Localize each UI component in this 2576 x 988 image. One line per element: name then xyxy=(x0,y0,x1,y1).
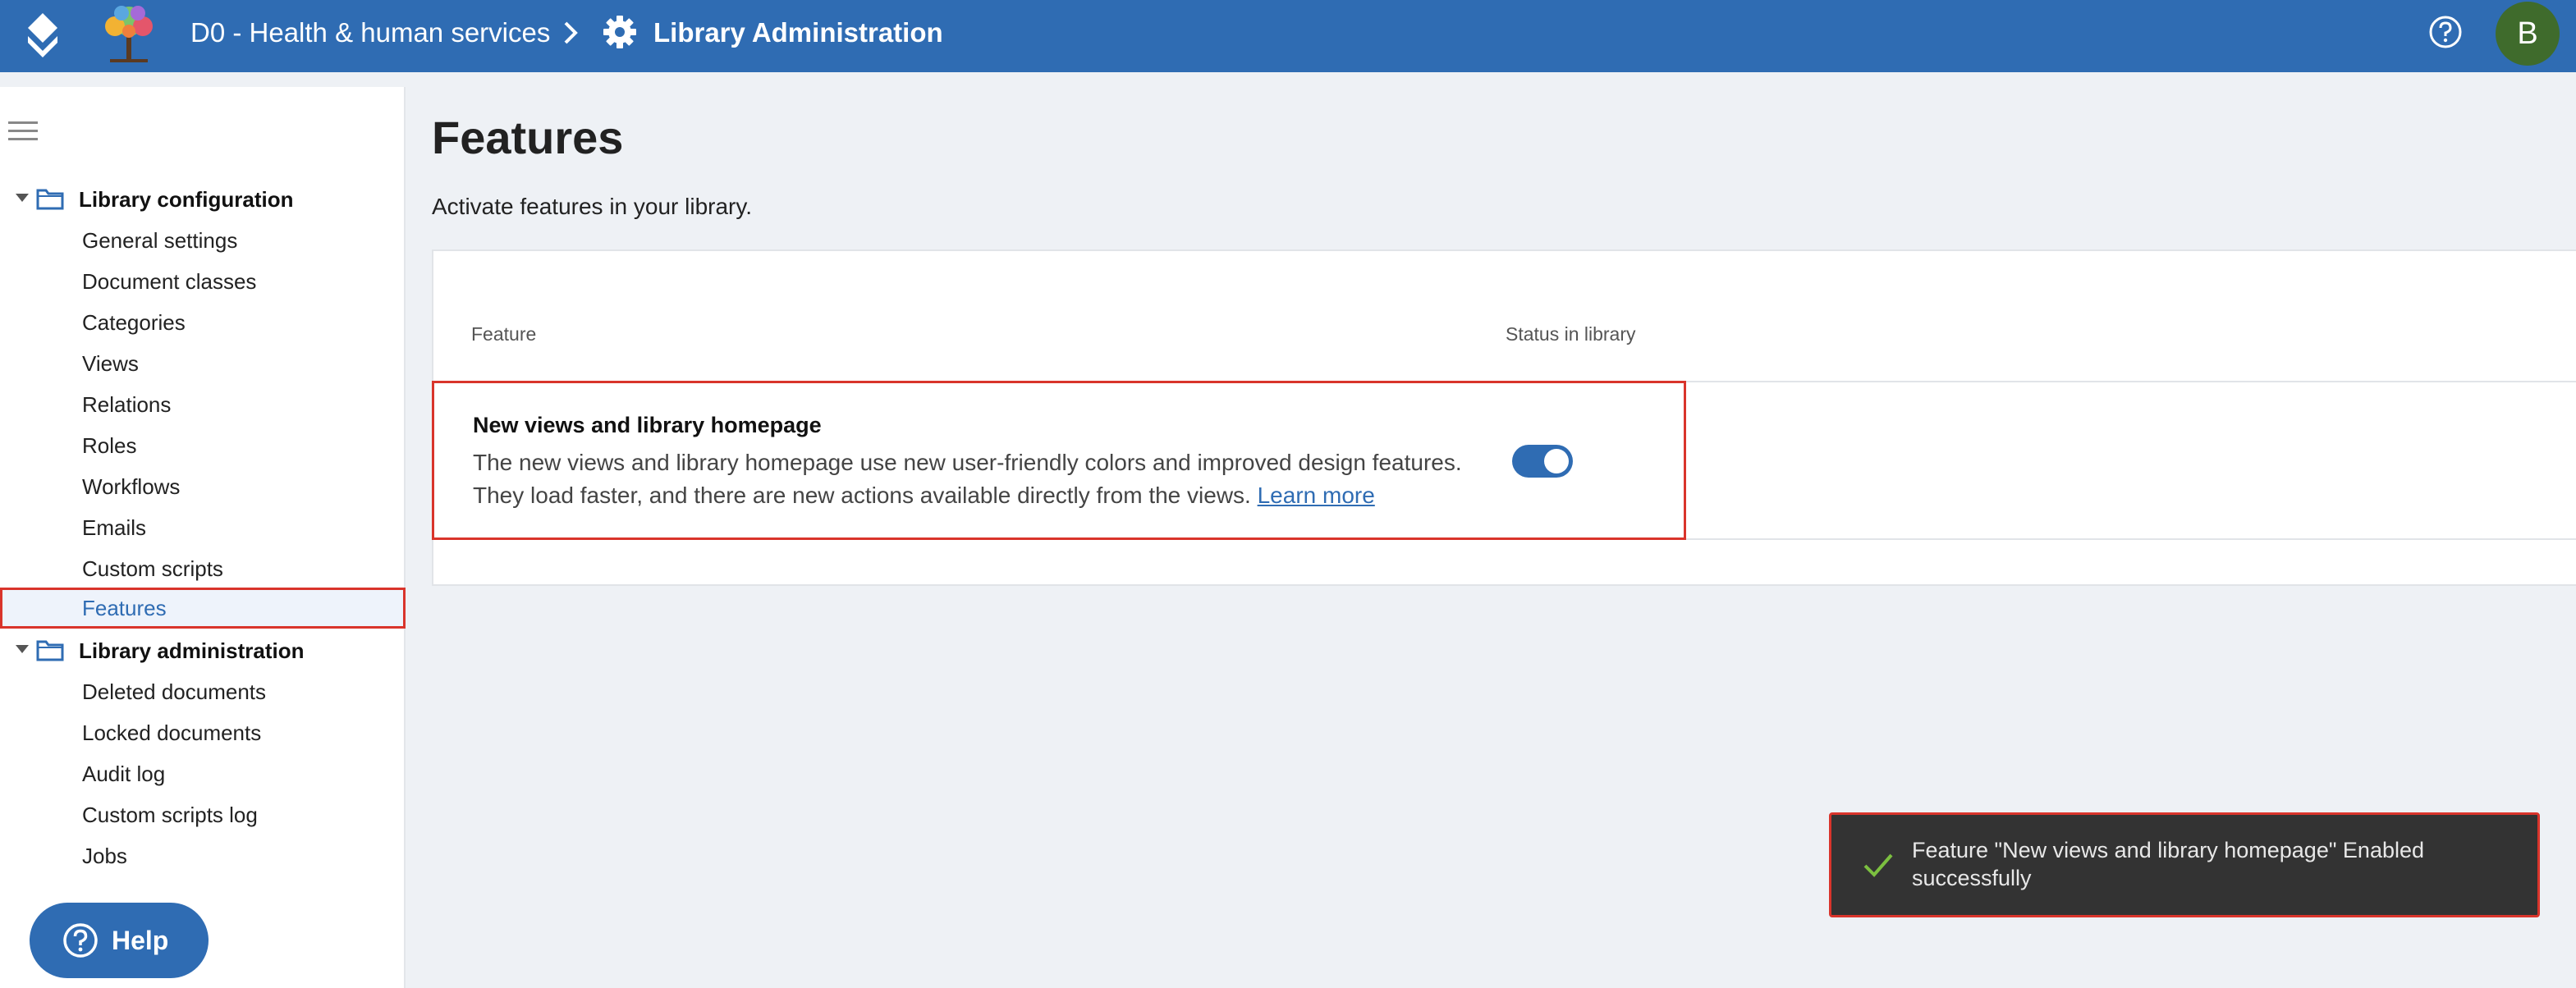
folder-icon xyxy=(36,189,64,210)
sidebar-item-views[interactable]: Views xyxy=(0,343,406,384)
column-header-feature: Feature xyxy=(471,323,537,345)
sidebar-item-workflows[interactable]: Workflows xyxy=(0,466,406,507)
sidebar-item-label: Categories xyxy=(82,310,186,335)
toast-message: Feature "New views and library homepage"… xyxy=(1912,836,2519,892)
sidebar-item-relations[interactable]: Relations xyxy=(0,384,406,425)
sidebar-item-label: Deleted documents xyxy=(82,679,267,704)
chevron-right-icon xyxy=(564,21,578,44)
feature-status-toggle[interactable] xyxy=(1512,445,1573,478)
sidebar-item-features[interactable]: Features xyxy=(0,588,406,629)
sidebar-item-label: Locked documents xyxy=(82,720,262,745)
sidebar-item-deleted-documents[interactable]: Deleted documents xyxy=(0,671,406,712)
sidebar-item-label: Custom scripts xyxy=(82,556,223,581)
page-section-title: Library Administration xyxy=(653,17,943,48)
breadcrumb-library-link[interactable]: D0 - Health & human services xyxy=(190,16,550,49)
question-circle-icon xyxy=(63,923,98,958)
sidebar-item-document-classes[interactable]: Document classes xyxy=(0,261,406,302)
top-navigation-bar: D0 - Health & human services Library Adm… xyxy=(0,0,2576,72)
sidebar-item-label: Emails xyxy=(82,515,147,540)
sidebar-item-label: Relations xyxy=(82,392,172,417)
sidebar-group-label: Library administration xyxy=(79,638,305,663)
feature-description-line-2: They load faster, and there are new acti… xyxy=(473,479,1491,512)
page-title: Features xyxy=(432,112,624,163)
sidebar-item-label: Views xyxy=(82,351,139,376)
caret-down-icon[interactable] xyxy=(15,643,30,655)
help-button-label: Help xyxy=(112,926,169,955)
page-subtitle: Activate features in your library. xyxy=(432,194,753,219)
feature-description: The new views and library homepage use n… xyxy=(473,446,1491,512)
sidebar-item-roles[interactable]: Roles xyxy=(0,425,406,466)
sidebar-item-label: Roles xyxy=(82,433,137,458)
toggle-knob xyxy=(1544,449,1569,473)
feature-description-text: They load faster, and there are new acti… xyxy=(473,483,1251,508)
sidebar-item-label: Features xyxy=(82,596,167,620)
sidebar-item-label: Custom scripts log xyxy=(82,803,258,827)
toast-message-line-2: successfully xyxy=(1912,866,2032,890)
sidebar-item-general-settings[interactable]: General settings xyxy=(0,220,406,261)
sidebar-item-label: Document classes xyxy=(82,269,257,294)
library-tree-logo-icon[interactable] xyxy=(94,2,164,66)
sidebar-group-label: Library configuration xyxy=(79,187,294,212)
sidebar-item-categories[interactable]: Categories xyxy=(0,302,406,343)
hamburger-menu-icon[interactable] xyxy=(8,120,38,143)
help-circle-icon[interactable] xyxy=(2428,15,2463,49)
sidebar-item-audit-log[interactable]: Audit log xyxy=(0,753,406,794)
sidebar-group-library-administration[interactable]: Library administration xyxy=(0,630,406,671)
feature-name: New views and library homepage xyxy=(473,413,822,437)
help-button[interactable]: Help xyxy=(30,903,209,978)
caret-down-icon[interactable] xyxy=(15,192,30,204)
success-toast: Feature "New views and library homepage"… xyxy=(1829,812,2540,917)
sidebar-item-label: General settings xyxy=(82,228,238,253)
sidebar-item-custom-scripts-log[interactable]: Custom scripts log xyxy=(0,794,406,835)
sidebar-item-label: Audit log xyxy=(82,762,166,786)
sidebar-item-jobs[interactable]: Jobs xyxy=(0,835,406,876)
toast-message-line: Feature "New views and library homepage"… xyxy=(1912,838,2425,862)
app-logo-icon[interactable] xyxy=(25,11,61,59)
sidebar-item-label: Workflows xyxy=(82,474,181,499)
sidebar-item-locked-documents[interactable]: Locked documents xyxy=(0,712,406,753)
learn-more-link[interactable]: Learn more xyxy=(1258,483,1375,508)
sidebar-item-label: Jobs xyxy=(82,844,127,868)
gear-icon xyxy=(603,16,636,48)
folder-icon xyxy=(36,640,64,661)
feature-description-line: The new views and library homepage use n… xyxy=(473,450,1462,475)
sidebar-group-library-configuration[interactable]: Library configuration xyxy=(0,179,406,220)
check-icon xyxy=(1863,853,1893,877)
sidebar-item-custom-scripts[interactable]: Custom scripts xyxy=(0,548,406,589)
sidebar-item-emails[interactable]: Emails xyxy=(0,507,406,548)
column-header-status: Status in library xyxy=(1506,323,1636,345)
user-avatar[interactable]: B xyxy=(2496,2,2560,66)
